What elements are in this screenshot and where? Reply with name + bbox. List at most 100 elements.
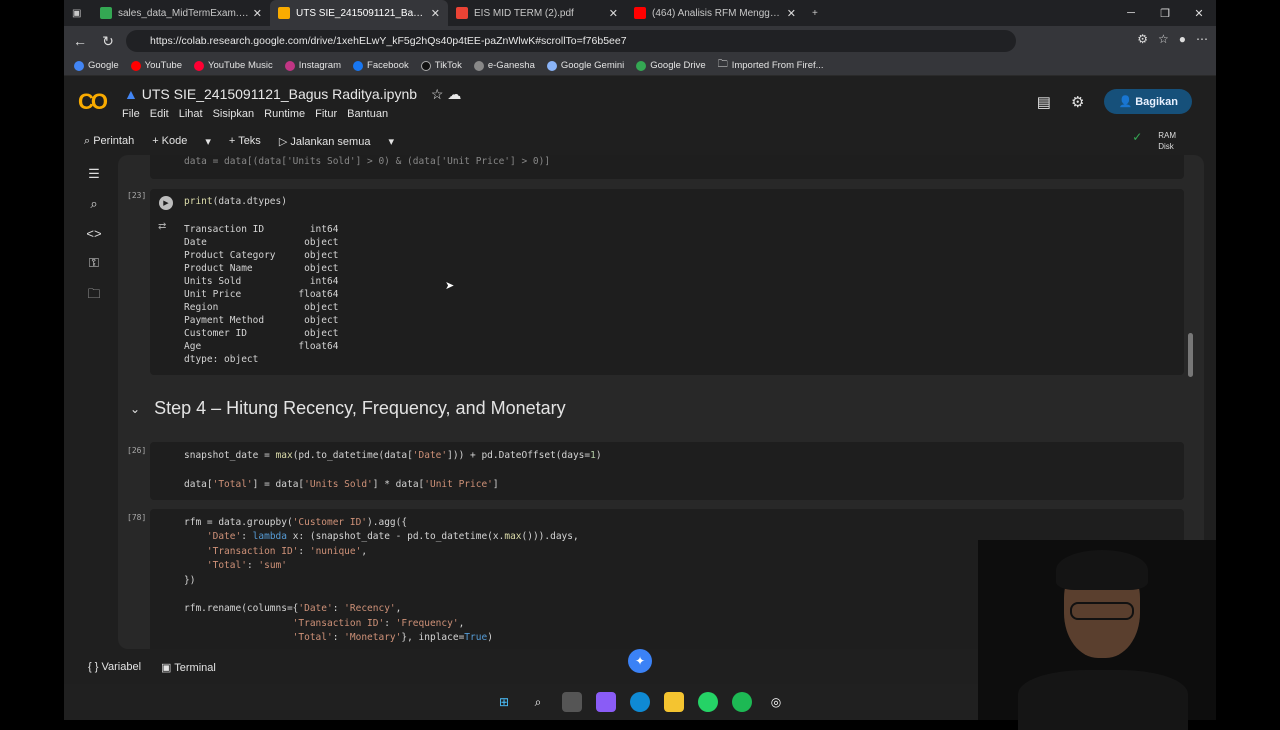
person-glasses (1070, 602, 1134, 620)
bookmark-eganesha[interactable]: e-Ganesha (473, 60, 535, 71)
file-explorer-icon[interactable] (664, 692, 684, 712)
mouse-cursor-icon: ➤ (445, 280, 455, 292)
cell-26-code: snapshot_date = max(pd.to_datetime(data[… (184, 450, 602, 490)
close-icon[interactable]: ✕ (787, 7, 796, 20)
bookmark-folder[interactable]: 🗀 Imported From Firef... (718, 57, 824, 74)
tab-pdf[interactable]: EIS MID TERM (2).pdf ✕ (448, 0, 626, 26)
whatsapp-icon[interactable] (698, 692, 718, 712)
more-icon[interactable]: ⋯ (1196, 32, 1208, 46)
collapse-chevron-icon[interactable]: ⌄ (130, 402, 140, 416)
search-icon[interactable]: ⌕ (528, 692, 548, 712)
share-button[interactable]: 👤 Bagikan (1104, 89, 1192, 114)
notebook-toolbar: ⌕ Perintah + Kode ▾ + Teks ▷ Jalankan se… (64, 128, 1216, 154)
command-palette-button[interactable]: ⌕ Perintah (84, 135, 134, 148)
variables-button[interactable]: { } Variabel (88, 661, 141, 673)
window-controls: ─ ❐ ✕ (1114, 0, 1216, 26)
star-icon[interactable]: ☆ (431, 86, 444, 102)
spotify-icon[interactable] (732, 692, 752, 712)
cell-23-code: print(data.dtypes) (184, 196, 287, 207)
add-text-button[interactable]: + Teks (229, 135, 261, 147)
menu-file[interactable]: File (122, 108, 140, 120)
notebook-scrollbar[interactable] (1188, 333, 1193, 377)
close-icon[interactable]: ✕ (609, 7, 618, 20)
close-icon[interactable]: ✕ (253, 7, 262, 20)
bookmark-youtube[interactable]: YouTube (130, 60, 182, 71)
profile-icon[interactable]: ● (1179, 32, 1186, 46)
menu-tools[interactable]: Fitur (315, 108, 337, 120)
bookmark-tiktok[interactable]: TikTok (420, 60, 462, 71)
toc-icon[interactable]: ☰ (88, 166, 100, 182)
menu-edit[interactable]: Edit (150, 108, 169, 120)
new-tab-button[interactable]: + (804, 0, 832, 26)
copilot-icon[interactable] (596, 692, 616, 712)
bookmark-gemini[interactable]: Google Gemini (546, 60, 624, 71)
youtube-music-icon (193, 60, 204, 71)
people-icon: 👤 (1118, 96, 1136, 108)
code-cell-23[interactable]: ▶ print(data.dtypes) ⇄ Transaction ID in… (150, 189, 1184, 375)
comment-icon[interactable]: ▤ (1037, 93, 1051, 111)
run-cell-button[interactable]: ▶ (159, 196, 173, 210)
close-icon[interactable]: ✕ (431, 7, 440, 20)
terminal-icon: ▣ (161, 661, 175, 674)
gemini-button[interactable]: ✦ (628, 649, 652, 673)
output-options-icon[interactable]: ⇄ (158, 221, 166, 232)
add-code-button[interactable]: + Kode (152, 135, 187, 147)
secrets-key-icon[interactable]: ⚿ (89, 255, 99, 271)
bookmark-google[interactable]: Google (74, 60, 119, 71)
tab-colab[interactable]: UTS SIE_2415091121_Bagus Radit✕ (270, 0, 448, 26)
notebook-title[interactable]: ▲ UTS SIE_2415091121_Bagus Raditya.ipynb… (124, 86, 461, 103)
cell-78-code: rfm = data.groupby('Customer ID').agg({ … (184, 517, 579, 644)
bookmark-facebook[interactable]: Facebook (353, 60, 409, 71)
restore-icon[interactable]: ❐ (1148, 0, 1182, 26)
menu-view[interactable]: Lihat (179, 108, 203, 120)
gemini-icon (546, 60, 557, 71)
url-field[interactable]: https://colab.research.google.com/drive/… (126, 30, 1016, 52)
code-cell-26[interactable]: snapshot_date = max(pd.to_datetime(data[… (150, 442, 1184, 500)
tab-actions-icon[interactable]: ▣ (64, 0, 92, 26)
run-all-button[interactable]: ▷ Jalankan semua (279, 135, 371, 148)
extensions-icon[interactable]: ⚙ (1137, 32, 1148, 46)
browser-tab-bar: ▣ sales_data_MidTermExam.csv - Go✕ UTS S… (64, 0, 1216, 26)
favorites-icon[interactable]: ☆ (1158, 32, 1169, 46)
code-cell-previous[interactable]: data = data[(data['Units Sold'] > 0) & (… (150, 155, 1184, 179)
close-window-icon[interactable]: ✕ (1182, 0, 1216, 26)
colab-logo[interactable]: CO (78, 89, 108, 115)
person-shirt (1018, 670, 1188, 730)
header-actions: ▤ ⚙ 👤 Bagikan (1037, 89, 1192, 114)
settings-gear-icon[interactable]: ⚙ (1071, 93, 1084, 111)
tab-youtube[interactable]: (464) Analisis RFM Menggunakan✕ (626, 0, 804, 26)
left-sidebar: ☰ ⌕ <> ⚿ 🗀 (80, 166, 108, 307)
start-icon[interactable]: ⊞ (494, 692, 514, 712)
play-icon: ▷ (278, 135, 291, 148)
resource-monitor[interactable]: ✓ RAM Disk ▾ ⌃ (1132, 130, 1176, 152)
folder-icon: 🗀 (717, 59, 728, 70)
menu-help[interactable]: Bantuan (347, 108, 388, 120)
run-all-dropdown-icon[interactable]: ▾ (388, 135, 394, 148)
back-icon[interactable]: ← (66, 33, 94, 49)
find-icon[interactable]: ⌕ (90, 196, 97, 212)
drive-icon (100, 7, 112, 19)
app-icon[interactable]: ◎ (766, 692, 786, 712)
bookmarks-bar: Google YouTube YouTube Music Instagram F… (64, 56, 1216, 76)
task-view-icon[interactable] (562, 692, 582, 712)
bookmark-instagram[interactable]: Instagram (284, 60, 341, 71)
tiktok-icon (420, 60, 431, 71)
files-folder-icon[interactable]: 🗀 (87, 285, 100, 307)
colab-header: CO ▲ UTS SIE_2415091121_Bagus Raditya.ip… (64, 76, 1216, 128)
code-dropdown-icon[interactable]: ▾ (205, 135, 211, 148)
code-snippets-icon[interactable]: <> (86, 226, 101, 241)
section-title: Step 4 – Hitung Recency, Frequency, and … (154, 398, 566, 418)
menu-runtime[interactable]: Runtime (264, 108, 305, 120)
bookmark-youtube-music[interactable]: YouTube Music (193, 60, 273, 71)
tab-sales-data[interactable]: sales_data_MidTermExam.csv - Go✕ (92, 0, 270, 26)
menu-insert[interactable]: Sisipkan (213, 108, 255, 120)
edge-icon[interactable] (630, 692, 650, 712)
reload-icon[interactable]: ↻ (94, 33, 122, 50)
minimize-icon[interactable]: ─ (1114, 0, 1148, 26)
check-icon: ✓ (1132, 130, 1143, 144)
bookmark-drive[interactable]: Google Drive (636, 60, 706, 71)
drive-icon (636, 60, 647, 71)
youtube-icon (130, 60, 141, 71)
terminal-button[interactable]: ▣ Terminal (161, 661, 216, 674)
ram-label: RAM (1158, 131, 1176, 140)
